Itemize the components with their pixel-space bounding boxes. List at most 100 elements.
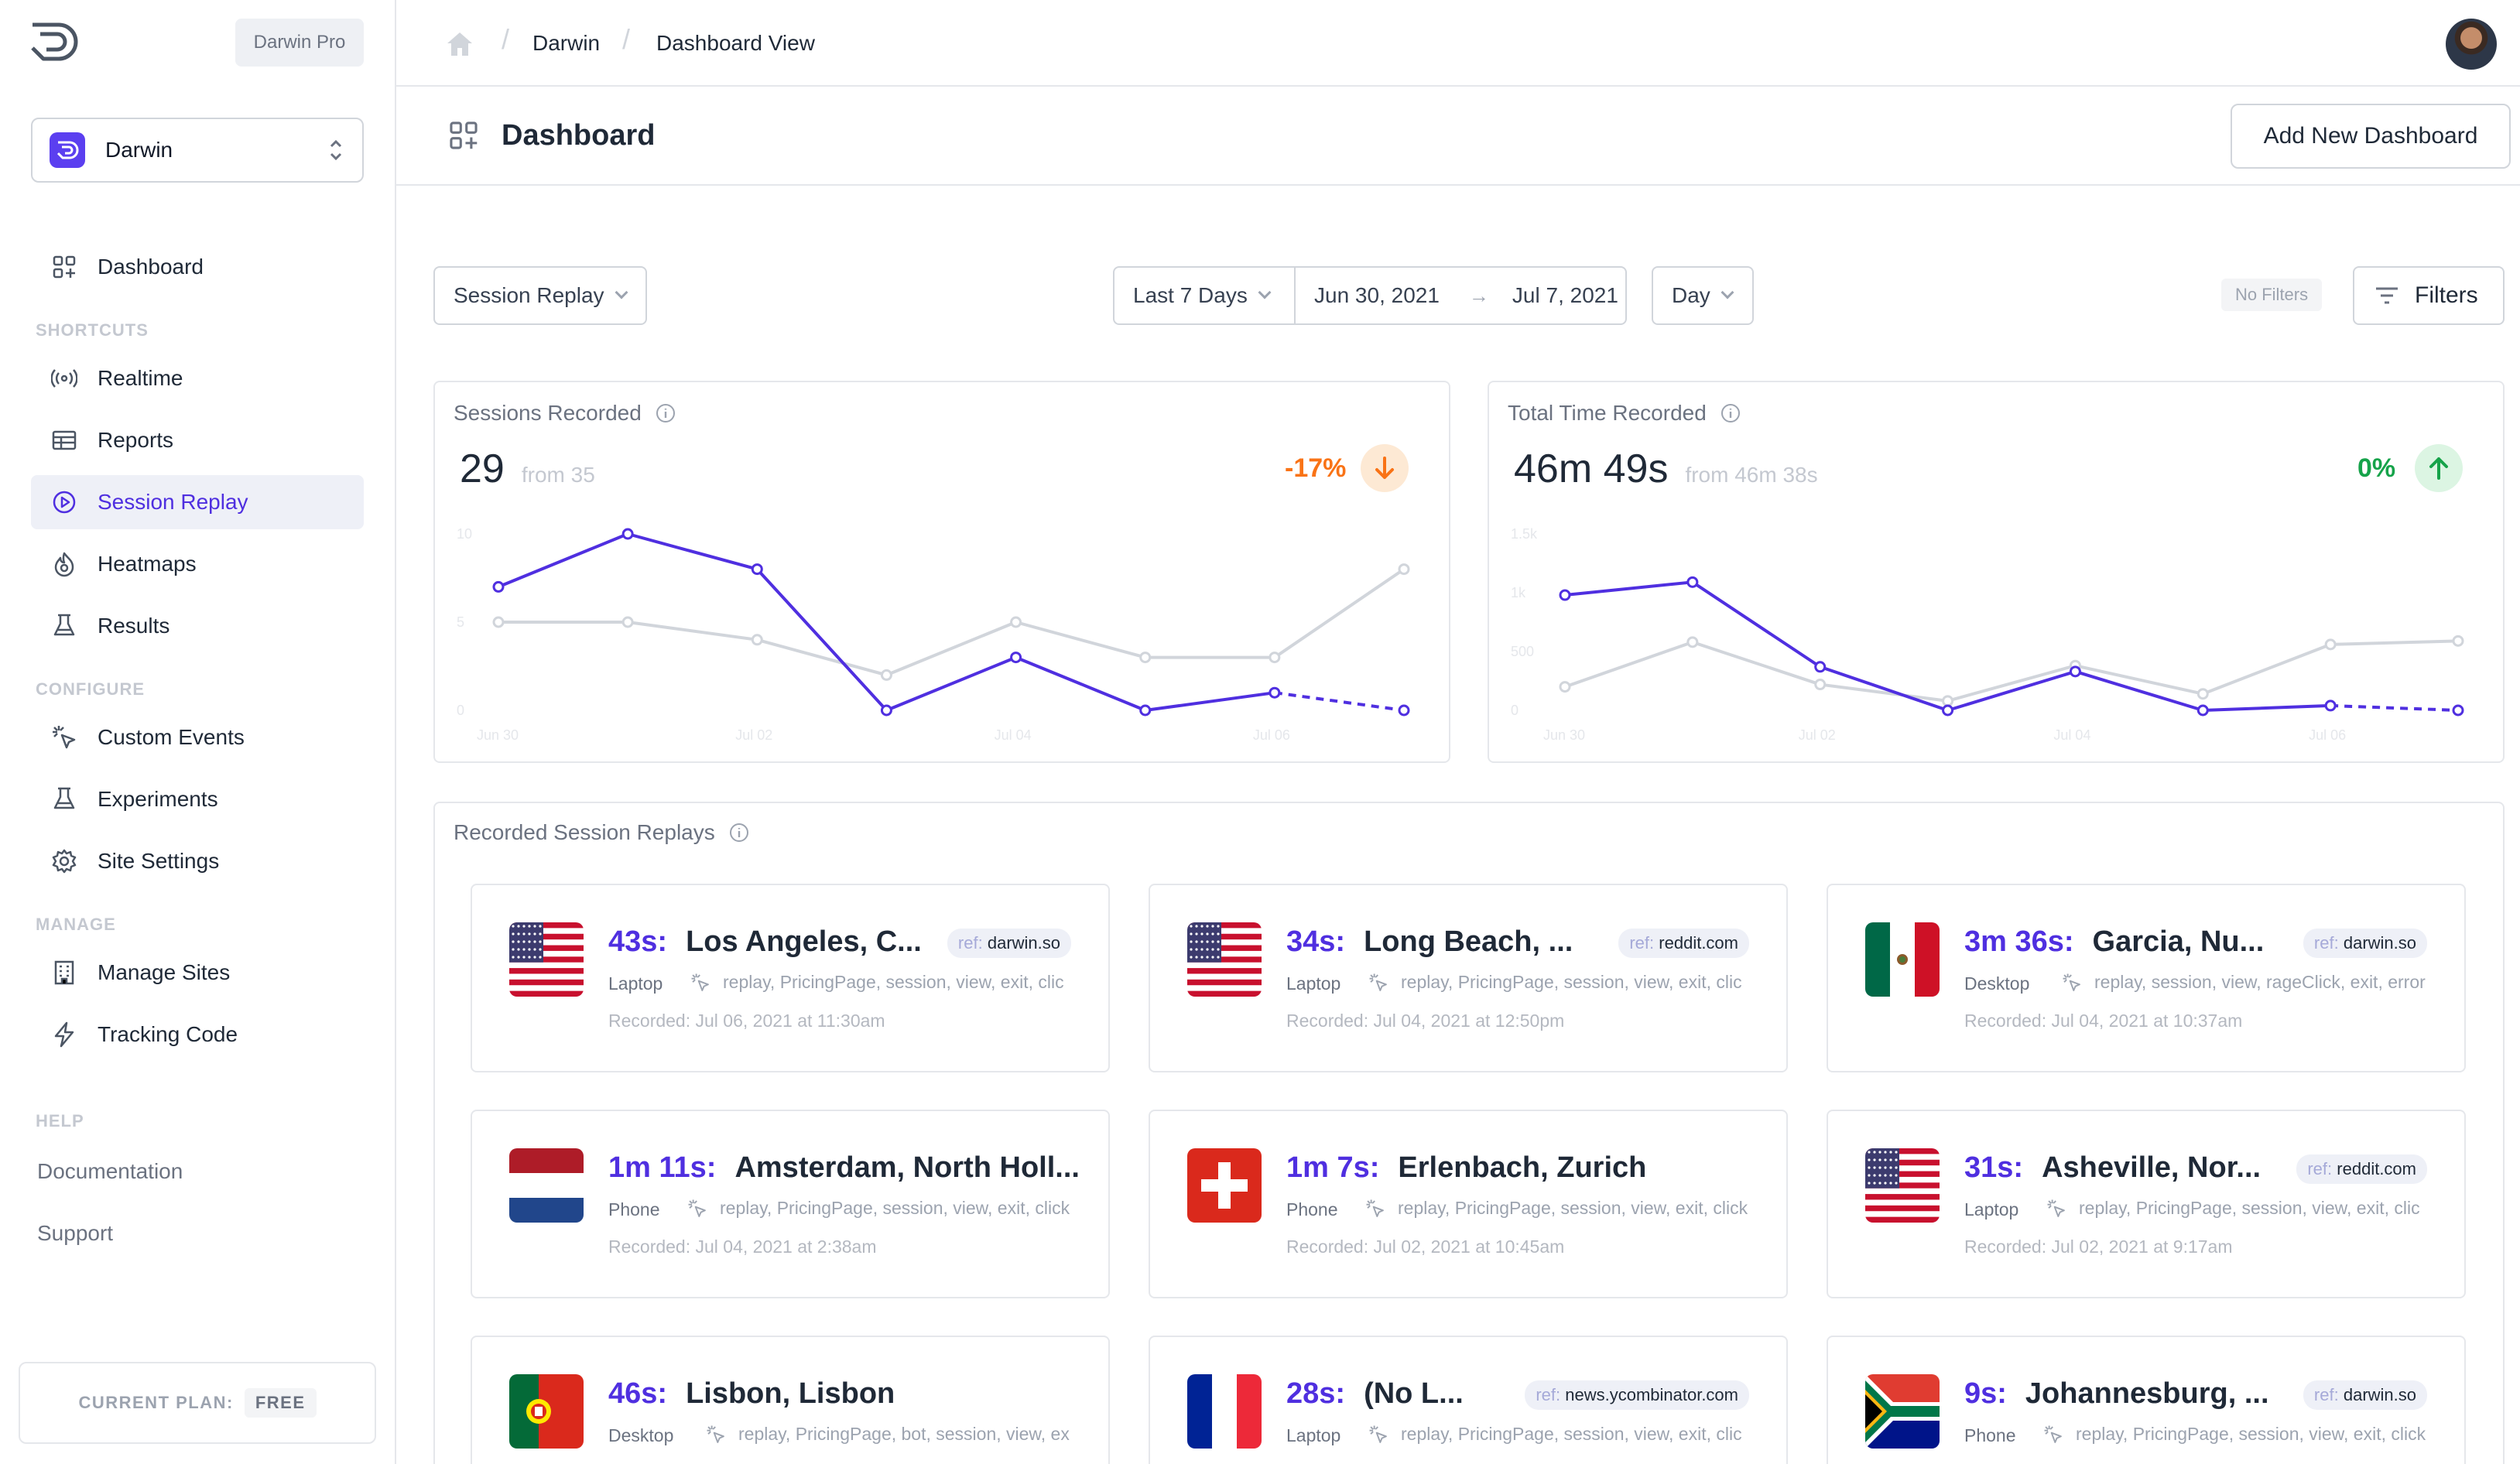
y-tick-label: 500 (1511, 644, 1534, 659)
section-manage: MANAGE (36, 915, 116, 934)
data-point (880, 669, 892, 681)
session-card[interactable]: 1m 7s: Erlenbach, Zurich Phone replay, Pr… (1149, 1110, 1788, 1298)
y-tick-label: 1k (1511, 585, 1526, 600)
x-tick-label: Jul 06 (2309, 727, 2346, 743)
info-icon[interactable] (729, 823, 749, 843)
data-point (2196, 704, 2209, 717)
ref-value: darwin.so (2343, 1385, 2416, 1404)
data-point (2452, 704, 2464, 717)
ref-badge: ref: darwin.so (2303, 1380, 2427, 1410)
data-point (1398, 704, 1410, 717)
range-select[interactable]: Last 7 Days (1114, 268, 1296, 323)
cursor-click-icon (706, 1425, 738, 1445)
session-events: replay, PricingPage, session, view, exit… (1365, 1198, 1748, 1219)
x-tick-label: Jul 02 (1799, 727, 1836, 743)
session-events: replay, PricingPage, session, view, exit… (690, 972, 1064, 993)
dashboard-grid-icon (450, 121, 478, 149)
sidebar-item-session-replay[interactable]: Session Replay (31, 475, 364, 529)
series-line-projected (1274, 691, 1405, 712)
ref-badge: ref: reddit.com (1618, 929, 1749, 958)
sidebar-item-experiments[interactable]: Experiments (31, 772, 364, 826)
home-icon[interactable] (446, 31, 474, 57)
site-selector[interactable]: Darwin (31, 118, 364, 183)
section-shortcuts: SHORTCUTS (36, 320, 149, 340)
sidebar-item-realtime[interactable]: Realtime (31, 351, 364, 405)
session-events: replay, session, view, rageClick, exit, … (2062, 972, 2426, 993)
session-card[interactable]: 3m 36s: Garcia, Nu... ref: darwin.so Desk… (1827, 884, 2466, 1072)
sidebar-item-site-settings[interactable]: Site Settings (31, 834, 364, 888)
sidebar-item-results[interactable]: Results (31, 599, 364, 653)
session-title: 9s: Johannesburg, ... (1964, 1377, 2269, 1411)
session-events-text: replay, session, view, rageClick, exit, … (2094, 972, 2426, 992)
session-events-text: replay, PricingPage, bot, session, view,… (738, 1424, 1070, 1444)
breadcrumb-site[interactable]: Darwin (532, 31, 600, 56)
total-time-recorded-card: Total Time Recorded 46m 49s from 46m 38s… (1488, 381, 2505, 763)
session-card[interactable]: 28s: (No L... ref: news.ycombinator.com L… (1149, 1336, 1788, 1464)
flag-nl-icon (509, 1148, 584, 1223)
data-point (1942, 704, 1954, 717)
app: Darwin Pro Darwin Dashboard SHORTCUTS Re… (0, 0, 2520, 1464)
session-title: 3m 36s: Garcia, Nu... (1964, 925, 2264, 959)
date-range-input[interactable]: Jun 30, 2021 → Jul 7, 2021 (1296, 268, 1625, 323)
session-card[interactable]: 43s: Los Angeles, C... ref: darwin.so Lap… (471, 884, 1110, 1072)
data-point (1686, 576, 1699, 588)
ref-badge: ref: darwin.so (947, 929, 1071, 958)
session-device: Laptop (1286, 1425, 1341, 1445)
gear-icon (51, 848, 77, 874)
data-point (1269, 652, 1281, 664)
flag-ch-icon (1187, 1148, 1262, 1223)
recorded-session-replays: Recorded Session Replays 43s: Los Angeles… (433, 802, 2505, 1464)
flame-icon (51, 551, 77, 577)
beaker-icon (51, 786, 77, 812)
support-link[interactable]: Support (37, 1221, 113, 1246)
current-plan-label: CURRENT PLAN: (78, 1393, 234, 1412)
sidebar-item-custom-events[interactable]: Custom Events (31, 710, 364, 764)
sidebar-item-dashboard[interactable]: Dashboard (31, 240, 364, 294)
filters-button[interactable]: Filters (2353, 266, 2505, 325)
sidebar-item-reports[interactable]: Reports (31, 413, 364, 467)
session-location: Erlenbach, Zurich (1398, 1151, 1647, 1184)
sidebar-item-label: Manage Sites (98, 960, 231, 984)
breadcrumb-separator: / (502, 23, 510, 55)
flag-us-icon (509, 922, 584, 997)
session-device: Phone (1286, 1199, 1338, 1219)
session-card[interactable]: 34s: Long Beach, ... ref: reddit.com Lapt… (1149, 884, 1788, 1072)
sidebar-item-manage-sites[interactable]: Manage Sites (31, 946, 364, 1000)
ref-label: ref: (2313, 1385, 2339, 1404)
current-plan-box[interactable]: CURRENT PLAN: FREE (19, 1362, 376, 1444)
play-circle-icon (51, 489, 77, 515)
add-new-dashboard-button[interactable]: Add New Dashboard (2231, 104, 2511, 169)
session-card[interactable]: 46s: Lisbon, Lisbon Desktop replay, Prici… (471, 1336, 1110, 1464)
no-filters-badge: No Filters (2221, 279, 2323, 311)
session-card[interactable]: 9s: Johannesburg, ... ref: darwin.so Phon… (1827, 1336, 2466, 1464)
cursor-click-icon (1368, 1425, 1401, 1445)
lightning-icon (51, 1021, 77, 1048)
session-location: Lisbon, Lisbon (686, 1377, 895, 1410)
chevron-down-icon (615, 286, 628, 299)
sessions-line-chart: 10 5 0 Jun 30 Jul 02 Jul 04 Jul 06 (457, 526, 1410, 743)
session-events-text: replay, PricingPage, session, view, exit… (1398, 1198, 1748, 1218)
session-card[interactable]: 31s: Asheville, Nor... ref: reddit.com La… (1827, 1110, 2466, 1298)
range-select-value: Last 7 Days (1133, 283, 1248, 307)
session-events: replay, PricingPage, bot, session, view,… (706, 1424, 1070, 1445)
view-select[interactable]: Session Replay (433, 266, 647, 325)
section-help: HELP (36, 1111, 84, 1130)
session-events-text: replay, PricingPage, session, view, exit… (1401, 1424, 1742, 1444)
flag-us-icon (1187, 922, 1262, 997)
avatar[interactable] (2446, 19, 2497, 70)
session-recorded-at: Recorded: Jul 04, 2021 at 2:38am (608, 1237, 877, 1257)
current-plan-badge: FREE (244, 1388, 317, 1418)
session-location: (No L... (1364, 1377, 1464, 1410)
ref-badge: ref: reddit.com (2296, 1154, 2427, 1184)
darwin-logo-icon[interactable] (28, 20, 80, 63)
session-card[interactable]: 1m 11s: Amsterdam, North Holl... Phone re… (471, 1110, 1110, 1298)
session-title: 1m 7s: Erlenbach, Zurich (1286, 1151, 1646, 1185)
sidebar-item-tracking-code[interactable]: Tracking Code (31, 1007, 364, 1062)
documentation-link[interactable]: Documentation (37, 1159, 183, 1184)
session-events: replay, PricingPage, session, view, exit… (1368, 1424, 1742, 1445)
ref-value: reddit.com (2337, 1159, 2416, 1178)
sidebar-item-heatmaps[interactable]: Heatmaps (31, 537, 364, 591)
granularity-select[interactable]: Day (1652, 266, 1754, 325)
dashboard-grid-icon (51, 254, 77, 280)
chevron-up-down-icon (330, 139, 342, 161)
